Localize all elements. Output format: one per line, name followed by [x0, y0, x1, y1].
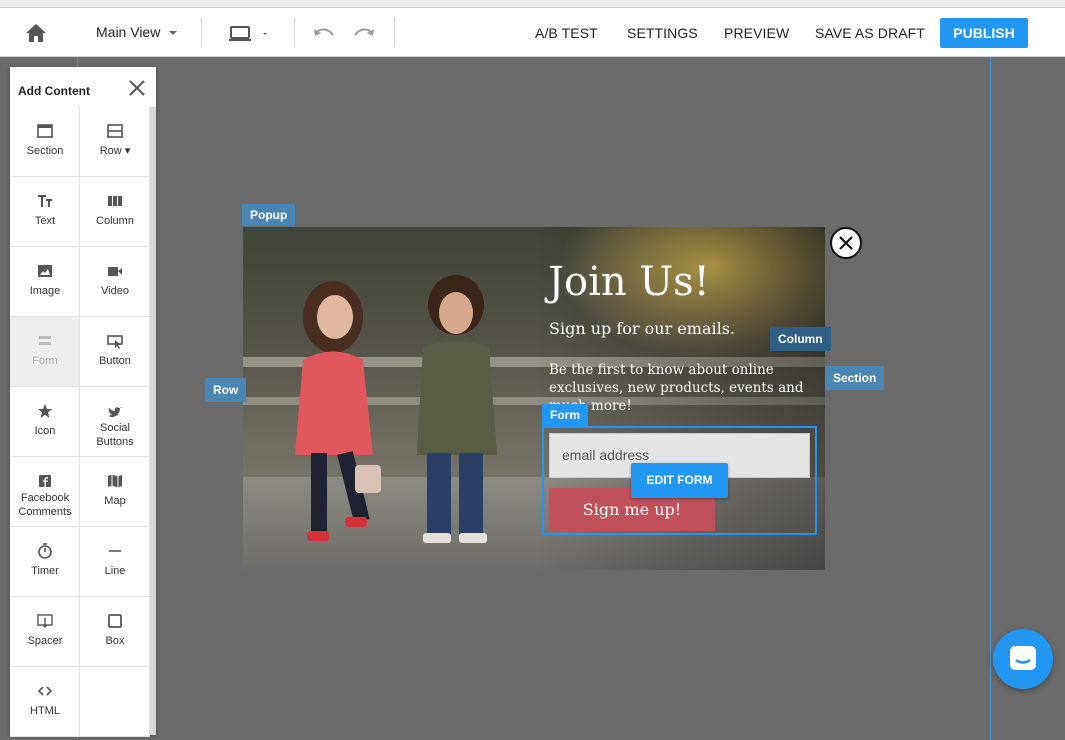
preview-button[interactable]: PREVIEW: [724, 25, 789, 41]
add-row-tile[interactable]: Row ▾: [80, 107, 150, 177]
map-icon: [108, 474, 122, 488]
section-tag[interactable]: Section: [825, 366, 885, 390]
box-icon: [108, 614, 122, 628]
add-icon-tile[interactable]: Icon: [10, 387, 80, 457]
form-icon: [39, 336, 51, 345]
tile-label: Timer: [31, 565, 59, 577]
view-selector[interactable]: Main View: [96, 24, 178, 40]
chat-widget-button[interactable]: [993, 629, 1053, 689]
publish-button[interactable]: PUBLISH: [940, 18, 1028, 48]
add-video-tile[interactable]: Video: [80, 247, 150, 317]
empty-tile: [80, 667, 150, 737]
tile-label: Map: [104, 495, 126, 507]
row-icon: [107, 124, 123, 138]
add-content-panel: Add Content Section Row ▾ Text Column Im…: [10, 67, 156, 737]
toolbar-divider: [201, 18, 202, 47]
device-selector[interactable]: [229, 24, 275, 44]
toolbar-divider: [294, 18, 295, 47]
add-form-tile[interactable]: Form: [10, 317, 80, 387]
settings-button[interactable]: SETTINGS: [627, 25, 698, 41]
tile-label: Image: [29, 285, 61, 297]
close-icon[interactable]: [128, 79, 146, 97]
spacer-icon: [37, 614, 53, 628]
video-icon: [108, 267, 122, 276]
column-tag[interactable]: Column: [770, 327, 831, 351]
edit-form-button[interactable]: EDIT FORM: [631, 463, 728, 498]
popup-close-button[interactable]: [830, 227, 862, 259]
tile-label: Spacer: [27, 635, 63, 647]
editor-toolbar: Main View A/B TEST SETTINGS PREVIEW SAVE…: [0, 8, 1065, 57]
tile-label: Social Buttons: [96, 422, 134, 448]
line-icon: [109, 550, 121, 552]
laptop-icon: [229, 26, 267, 41]
home-icon[interactable]: [24, 22, 48, 44]
add-timer-tile[interactable]: Timer: [10, 527, 80, 597]
popup-heading[interactable]: Join Us!: [548, 259, 710, 305]
popup-body-text[interactable]: Be the first to know about online exclus…: [549, 361, 809, 415]
close-icon: [839, 236, 853, 250]
tile-label: Column: [96, 215, 134, 227]
section-icon: [37, 124, 53, 138]
redo-icon[interactable]: [352, 24, 376, 44]
browser-bookmarks-strip: [0, 0, 1065, 8]
add-map-tile[interactable]: Map: [80, 457, 150, 527]
tile-label: Box: [105, 635, 125, 647]
view-selector-label: Main View: [96, 24, 161, 40]
tile-label: Section: [26, 145, 64, 157]
tile-label: Video: [101, 285, 129, 297]
tile-label: Text: [34, 215, 56, 227]
popup-tag[interactable]: Popup: [242, 204, 296, 226]
add-spacer-tile[interactable]: Spacer: [10, 597, 80, 667]
popup-subheading[interactable]: Sign up for our emails.: [549, 319, 735, 338]
panel-header: Add Content: [10, 67, 156, 107]
add-line-tile[interactable]: Line: [80, 527, 150, 597]
row-tag[interactable]: Row: [205, 378, 247, 402]
image-icon: [38, 265, 52, 277]
add-text-tile[interactable]: Text: [10, 177, 80, 247]
star-icon: [38, 404, 52, 418]
toolbar-divider: [394, 18, 395, 47]
tile-label: Button: [99, 355, 131, 367]
text-icon: [38, 195, 52, 207]
panel-title: Add Content: [18, 84, 90, 98]
tile-label: Line: [104, 565, 126, 577]
add-button-tile[interactable]: Button: [80, 317, 150, 387]
facebook-icon: [39, 475, 51, 487]
chat-icon: [1010, 646, 1036, 670]
add-facebook-comments-tile[interactable]: Facebook Comments: [10, 457, 80, 527]
add-column-tile[interactable]: Column: [80, 177, 150, 247]
column-icon: [108, 196, 122, 206]
undo-icon[interactable]: [312, 24, 336, 44]
add-image-tile[interactable]: Image: [10, 247, 80, 317]
save-as-draft-button[interactable]: SAVE AS DRAFT: [815, 25, 925, 41]
canvas-guide-line: [990, 57, 991, 740]
chevron-down-icon: [169, 31, 178, 36]
add-social-buttons-tile[interactable]: Social Buttons: [80, 387, 150, 457]
add-section-tile[interactable]: Section: [10, 107, 80, 177]
tile-label: Icon: [34, 425, 56, 437]
ab-test-button[interactable]: A/B TEST: [535, 25, 598, 41]
panel-scrollbar[interactable]: [150, 107, 156, 735]
tile-label: Facebook Comments: [18, 492, 72, 518]
tile-label: HTML: [30, 705, 60, 717]
tile-label: Form: [32, 355, 58, 367]
form-tag[interactable]: Form: [542, 404, 588, 426]
code-icon: [37, 686, 53, 696]
button-icon: [107, 335, 123, 349]
timer-icon: [38, 543, 52, 559]
add-box-tile[interactable]: Box: [80, 597, 150, 667]
tile-label: Row ▾: [99, 145, 131, 157]
add-html-tile[interactable]: HTML: [10, 667, 80, 737]
twitter-icon: [108, 407, 122, 417]
